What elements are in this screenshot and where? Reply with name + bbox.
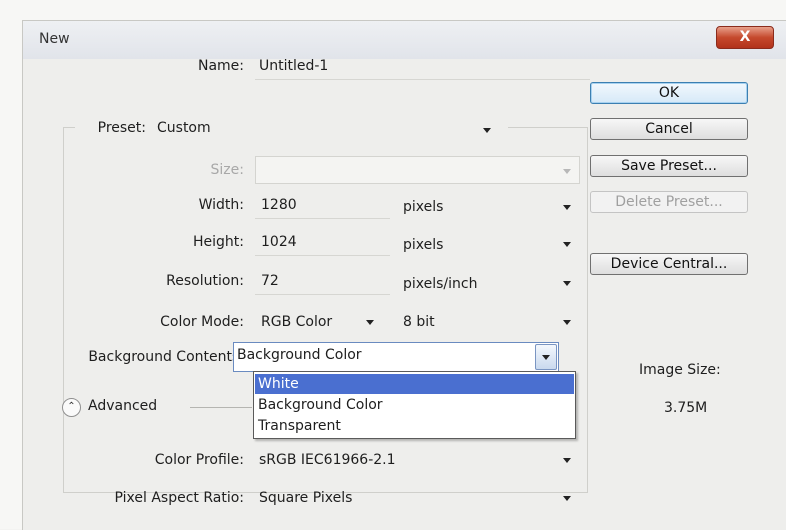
close-button[interactable]: X <box>716 26 774 49</box>
pixel-aspect-ratio-label: Pixel Aspect Ratio: <box>114 490 245 506</box>
name-input[interactable]: Untitled-1 <box>259 58 328 74</box>
dialog-title: New <box>39 31 70 47</box>
width-input[interactable]: 1280 <box>261 197 297 213</box>
resolution-underline <box>255 294 390 295</box>
pixel-aspect-ratio-chevron-down-icon[interactable] <box>563 496 571 501</box>
image-size-label: Image Size: <box>639 362 721 378</box>
bit-depth-chevron-down-icon[interactable] <box>563 320 571 325</box>
size-chevron-down-icon <box>563 169 571 174</box>
photo-background-left <box>0 0 22 529</box>
advanced-toggle-label[interactable]: Advanced <box>88 398 157 414</box>
photo-background <box>0 0 786 22</box>
chevron-down-icon <box>542 355 550 360</box>
cancel-button[interactable]: Cancel <box>590 118 748 140</box>
height-input[interactable]: 1024 <box>261 234 297 250</box>
image-size-value: 3.75M <box>664 400 708 416</box>
color-profile-label: Color Profile: <box>154 452 244 468</box>
bit-depth-select[interactable]: 8 bit <box>403 314 435 330</box>
save-preset-button[interactable]: Save Preset... <box>590 155 748 177</box>
preset-chevron-down-icon[interactable] <box>483 128 491 133</box>
preset-group-top-left <box>63 127 75 128</box>
preset-label: Preset: <box>97 120 146 136</box>
background-contents-value: Background Color <box>237 347 362 363</box>
height-unit-chevron-down-icon[interactable] <box>563 242 571 247</box>
width-unit-chevron-down-icon[interactable] <box>563 205 571 210</box>
color-mode-chevron-down-icon[interactable] <box>366 320 374 325</box>
preset-group-top-right <box>508 127 588 128</box>
height-label: Height: <box>193 234 244 250</box>
expand-advanced-icon[interactable]: ⌃ <box>62 398 81 417</box>
width-label: Width: <box>198 197 244 213</box>
advanced-divider <box>190 407 252 408</box>
name-label: Name: <box>197 58 244 74</box>
preset-group-left-edge <box>63 127 64 493</box>
size-label: Size: <box>210 162 244 178</box>
option-transparent[interactable]: Transparent <box>255 416 574 436</box>
option-white[interactable]: White <box>255 374 574 394</box>
color-profile-chevron-down-icon[interactable] <box>563 458 571 463</box>
resolution-unit-select[interactable]: pixels/inch <box>403 276 477 292</box>
height-unit-select[interactable]: pixels <box>403 237 443 253</box>
delete-preset-button: Delete Preset... <box>590 191 748 213</box>
pixel-aspect-ratio-select[interactable]: Square Pixels <box>259 490 352 506</box>
background-contents-label: Background Contents: <box>88 349 244 365</box>
resolution-label: Resolution: <box>166 273 244 289</box>
name-field-underline <box>255 79 590 80</box>
color-mode-select[interactable]: RGB Color <box>261 314 332 330</box>
resolution-unit-chevron-down-icon[interactable] <box>563 281 571 286</box>
size-select <box>255 156 580 184</box>
title-bar: New X <box>23 21 786 59</box>
background-dropdown-button[interactable] <box>535 344 557 370</box>
preset-select[interactable]: Custom <box>157 120 211 136</box>
option-background-color[interactable]: Background Color <box>255 395 574 415</box>
resolution-input[interactable]: 72 <box>261 273 279 289</box>
background-contents-select[interactable]: Background Color <box>233 342 559 372</box>
color-profile-select[interactable]: sRGB IEC61966-2.1 <box>259 452 396 468</box>
width-underline <box>255 218 390 219</box>
preset-group-right-edge <box>587 127 588 493</box>
width-unit-select[interactable]: pixels <box>403 199 443 215</box>
ok-button[interactable]: OK <box>590 82 748 104</box>
background-dropdown-list: White Background Color Transparent <box>253 371 576 439</box>
height-underline <box>255 255 390 256</box>
color-mode-label: Color Mode: <box>160 314 244 330</box>
device-central-button[interactable]: Device Central... <box>590 253 748 275</box>
